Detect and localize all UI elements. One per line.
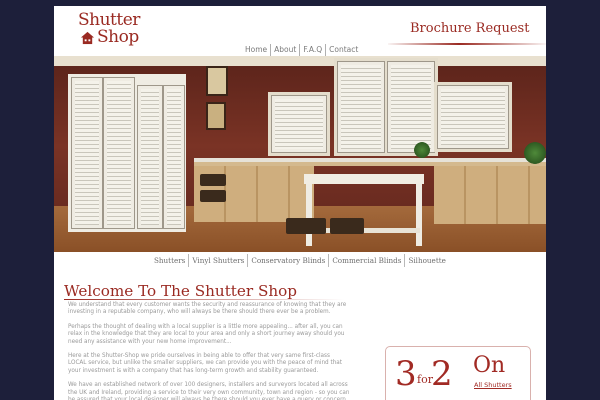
page-title: Welcome To The Shutter Shop xyxy=(64,282,298,300)
title-underline xyxy=(64,299,344,300)
product-nav: Shutters Vinyl Shutters Conservatory Bli… xyxy=(154,254,449,267)
product-nav-commercial-blinds[interactable]: Commercial Blinds xyxy=(328,254,404,267)
product-nav-conservatory-blinds[interactable]: Conservatory Blinds xyxy=(247,254,328,267)
promo-all-shutters-link[interactable]: All Shutters xyxy=(474,381,512,389)
intro-paragraph-2: Perhaps the thought of dealing with a lo… xyxy=(68,323,345,345)
promo-on-text: On xyxy=(473,353,506,378)
intro-paragraph-3: Here at the Shutter-Shop we pride oursel… xyxy=(68,353,343,374)
page-container: Shutter Shop Brochure Request Home About… xyxy=(54,6,546,400)
house-icon xyxy=(80,31,95,45)
promo-number-2: 2 xyxy=(431,354,453,394)
brochure-underline xyxy=(388,43,546,45)
promo-number-3: 3 xyxy=(395,354,417,394)
product-nav-silhouette[interactable]: Silhouette xyxy=(404,254,448,267)
intro-text: We understand that every customer wants … xyxy=(68,302,350,400)
hero-image xyxy=(54,56,546,252)
intro-paragraph-4: We have an established network of over 1… xyxy=(68,382,350,400)
product-nav-shutters[interactable]: Shutters xyxy=(154,254,188,267)
brochure-request-link[interactable]: Brochure Request xyxy=(410,21,529,36)
promo-banner[interactable]: 3 for 2 On All Shutters xyxy=(385,346,531,400)
product-nav-vinyl-shutters[interactable]: Vinyl Shutters xyxy=(188,254,247,267)
logo-bottom-text: Shop xyxy=(97,27,139,47)
intro-paragraph-1: We understand that every customer wants … xyxy=(68,302,347,316)
site-logo[interactable]: Shutter Shop xyxy=(78,10,158,50)
